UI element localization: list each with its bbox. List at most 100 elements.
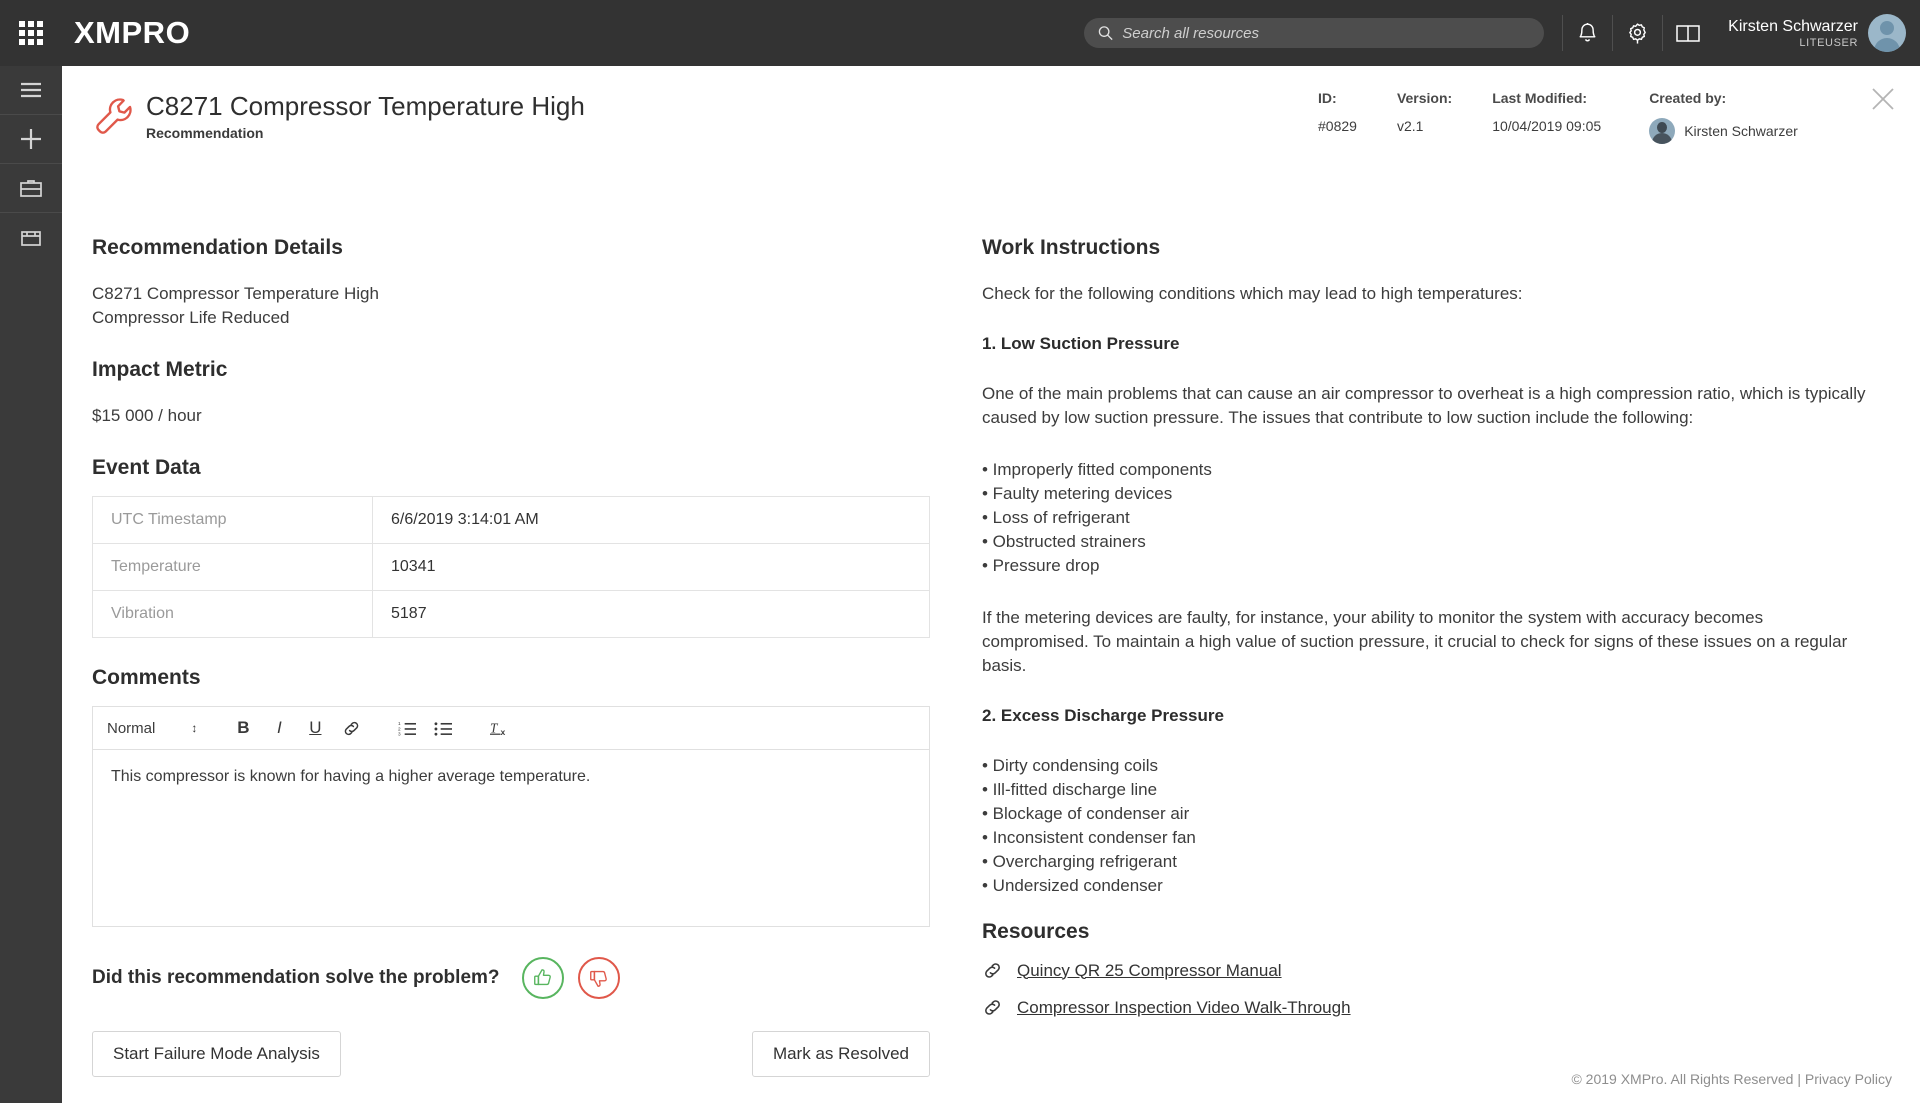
avatar	[1868, 14, 1906, 52]
sidebar-item-add[interactable]	[0, 115, 62, 164]
section-1-outro: If the metering devices are faulty, for …	[982, 606, 1872, 678]
left-column: Recommendation Details C8271 Compressor …	[92, 236, 932, 1077]
section-1-paragraph: One of the main problems that can cause …	[982, 382, 1872, 430]
avatar	[1649, 118, 1675, 144]
book-icon	[1675, 23, 1701, 44]
section-1-bullet-5: • Pressure drop	[982, 554, 1872, 578]
page-title: C8271 Compressor Temperature High	[146, 90, 585, 122]
svg-text:T: T	[490, 720, 499, 735]
wrench-icon	[92, 94, 136, 138]
left-nav-rail	[0, 66, 62, 1103]
resource-row: Compressor Inspection Video Walk-Through	[982, 997, 1872, 1018]
insert-link-button[interactable]	[335, 713, 367, 743]
section-2-bullet-1: • Dirty condensing coils	[982, 754, 1872, 778]
action-buttons: Start Failure Mode Analysis Mark as Reso…	[92, 1031, 930, 1077]
settings-button[interactable]	[1612, 15, 1662, 51]
event-value: 6/6/2019 3:14:01 AM	[373, 497, 930, 544]
svg-text:3: 3	[398, 731, 401, 736]
editor-toolbar: Normal ↕ B I U	[93, 707, 929, 750]
user-role: LITEUSER	[1728, 36, 1858, 50]
section-2-bullet-2: • Ill-fitted discharge line	[982, 778, 1872, 802]
format-select-label: Normal	[107, 720, 155, 737]
search-box[interactable]	[1084, 18, 1544, 48]
brand-logo: XMPRO	[74, 15, 190, 51]
meta-label-created-by: Created by:	[1649, 90, 1798, 106]
start-failure-mode-analysis-button[interactable]: Start Failure Mode Analysis	[92, 1031, 341, 1077]
meta-value-last-modified: 10/04/2019 09:05	[1492, 118, 1601, 134]
format-select[interactable]: Normal ↕	[107, 720, 203, 737]
section-1-bullet-3: • Loss of refrigerant	[982, 506, 1872, 530]
thumbs-down-button[interactable]	[578, 957, 620, 999]
search-icon	[1098, 25, 1113, 41]
resource-link-manual[interactable]: Quincy QR 25 Compressor Manual	[1017, 961, 1282, 981]
bullet-list-icon	[434, 720, 453, 737]
search-input[interactable]	[1122, 25, 1530, 42]
event-data-heading: Event Data	[92, 456, 932, 480]
notifications-button[interactable]	[1562, 15, 1612, 51]
svg-text:1: 1	[398, 721, 401, 727]
feedback-row: Did this recommendation solve the proble…	[92, 957, 932, 999]
section-1-title: 1. Low Suction Pressure	[982, 334, 1872, 354]
sidebar-item-archive[interactable]	[0, 213, 62, 262]
sidebar-item-briefcase[interactable]	[0, 164, 62, 213]
table-row: Temperature 10341	[93, 544, 930, 591]
document-meta: ID: #0829 Version: v2.1 Last Modified: 1…	[1318, 90, 1838, 144]
event-key: UTC Timestamp	[93, 497, 373, 544]
briefcase-icon	[19, 178, 43, 199]
clear-formatting-button[interactable]: T x	[483, 713, 515, 743]
meta-id: ID: #0829	[1318, 90, 1357, 144]
recommendation-page: C8271 Compressor Temperature High Recomm…	[62, 66, 1920, 1103]
bell-icon	[1577, 22, 1598, 45]
table-row: UTC Timestamp 6/6/2019 3:14:01 AM	[93, 497, 930, 544]
comments-editor: Normal ↕ B I U	[92, 706, 930, 927]
event-value: 5187	[373, 591, 930, 638]
svg-text:2: 2	[398, 726, 401, 732]
work-instructions-intro: Check for the following conditions which…	[982, 282, 1872, 306]
table-row: Vibration 5187	[93, 591, 930, 638]
details-line-2: Compressor Life Reduced	[92, 306, 932, 330]
clear-formatting-icon: T x	[489, 719, 510, 738]
mark-as-resolved-button[interactable]: Mark as Resolved	[752, 1031, 930, 1077]
underline-button[interactable]: U	[299, 713, 331, 743]
work-instructions-heading: Work Instructions	[982, 236, 1872, 260]
resource-link-video[interactable]: Compressor Inspection Video Walk-Through	[1017, 998, 1351, 1018]
italic-label: I	[277, 718, 282, 738]
comment-input[interactable]: This compressor is known for having a hi…	[93, 750, 929, 926]
meta-last-modified: Last Modified: 10/04/2019 09:05	[1492, 90, 1601, 144]
meta-label-version: Version:	[1397, 90, 1452, 106]
section-1-bullet-4: • Obstructed strainers	[982, 530, 1872, 554]
meta-value-version: v2.1	[1397, 118, 1452, 134]
user-name: Kirsten Schwarzer	[1728, 17, 1858, 36]
bullet-list-button[interactable]	[427, 713, 459, 743]
underline-label: U	[309, 718, 321, 738]
user-menu[interactable]: Kirsten Schwarzer LITEUSER	[1728, 14, 1906, 52]
page-subtitle: Recommendation	[146, 125, 585, 141]
italic-button[interactable]: I	[263, 713, 295, 743]
section-2-bullet-5: • Overcharging refrigerant	[982, 850, 1872, 874]
sidebar-item-menu[interactable]	[0, 66, 62, 115]
ordered-list-button[interactable]: 1 2 3	[391, 713, 423, 743]
link-icon	[982, 960, 1003, 981]
section-2-bullet-3: • Blockage of condenser air	[982, 802, 1872, 826]
plus-icon	[19, 127, 43, 151]
help-docs-button[interactable]	[1662, 15, 1712, 51]
svg-text:x: x	[500, 727, 505, 737]
impact-metric-value: $15 000 / hour	[92, 404, 932, 428]
recommendation-details-heading: Recommendation Details	[92, 236, 932, 260]
event-value: 10341	[373, 544, 930, 591]
thumbs-down-icon	[588, 967, 610, 989]
section-2-bullet-6: • Undersized condenser	[982, 874, 1872, 898]
right-column: Work Instructions Check for the followin…	[982, 236, 1872, 1018]
comments-heading: Comments	[92, 666, 932, 690]
resource-row: Quincy QR 25 Compressor Manual	[982, 960, 1872, 981]
bold-button[interactable]: B	[227, 713, 259, 743]
footer[interactable]: © 2019 XMPro. All Rights Reserved | Priv…	[1571, 1071, 1892, 1087]
grid-apps-icon	[19, 21, 43, 45]
app-launcher-button[interactable]	[0, 0, 62, 66]
feedback-question: Did this recommendation solve the proble…	[92, 967, 500, 989]
thumbs-up-button[interactable]	[522, 957, 564, 999]
section-1-bullet-2: • Faulty metering devices	[982, 482, 1872, 506]
event-key: Vibration	[93, 591, 373, 638]
ordered-list-icon: 1 2 3	[398, 720, 417, 737]
meta-label-last-modified: Last Modified:	[1492, 90, 1601, 106]
